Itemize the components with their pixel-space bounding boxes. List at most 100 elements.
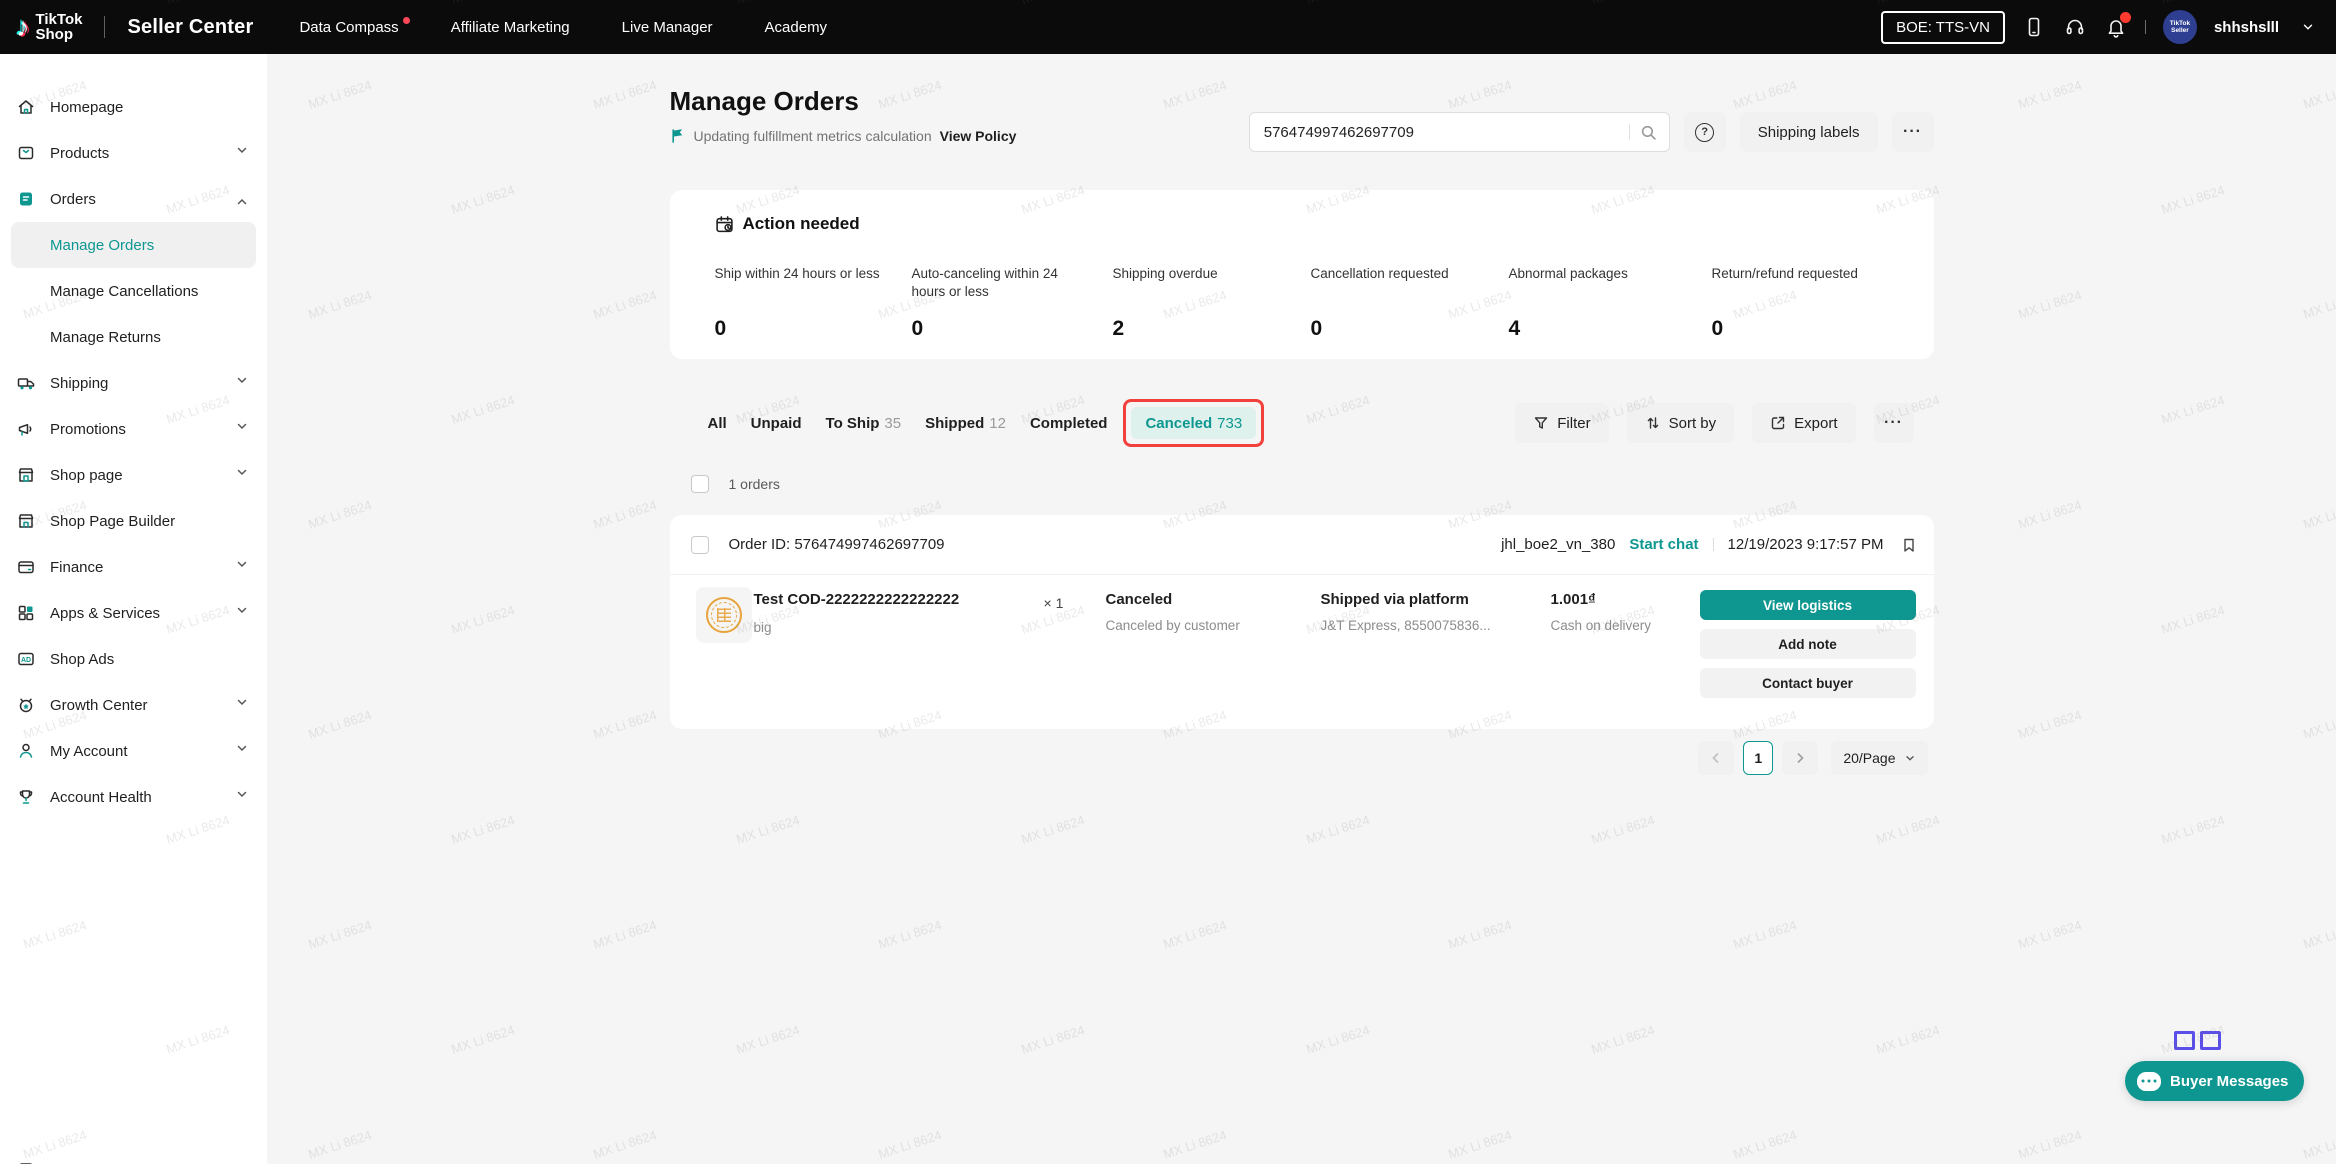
filter-button[interactable]: Filter: [1515, 403, 1608, 443]
support-headset-icon[interactable]: [2063, 15, 2087, 39]
header-divider: [1713, 538, 1714, 551]
sidebar-item-shop-page[interactable]: Shop page: [0, 452, 267, 498]
current-page[interactable]: 1: [1743, 741, 1773, 775]
sidebar-item-products[interactable]: Products: [0, 130, 267, 176]
tracking-number[interactable]: J&T Express, 8550075836...: [1321, 618, 1491, 633]
sidebar-item-orders[interactable]: Orders: [0, 176, 267, 222]
order-status: Canceled: [1106, 591, 1240, 608]
sidebar-item-shipping[interactable]: Shipping: [0, 360, 267, 406]
tab-to-ship[interactable]: To Ship35: [826, 415, 902, 432]
search-icon[interactable]: [1640, 124, 1657, 141]
product-image[interactable]: [696, 587, 752, 643]
pagination: 1 20/Page: [670, 741, 1934, 775]
prev-page-button[interactable]: [1698, 741, 1734, 775]
tab-shipped[interactable]: Shipped12: [925, 415, 1006, 432]
order-checkbox[interactable]: [691, 536, 709, 554]
username[interactable]: shhshslll: [2214, 19, 2279, 36]
funnel-icon: [1533, 415, 1549, 431]
order-logistics-column: Shipped via platform J&T Express, 855007…: [1321, 591, 1491, 633]
topbar: ♪ TikTok Shop Seller Center Data Compass…: [0, 0, 2336, 54]
sort-button[interactable]: Sort by: [1627, 403, 1735, 443]
chevron-up-icon: [235, 190, 249, 209]
metric-cancellation-requested[interactable]: Cancellation requested 0: [1311, 265, 1491, 283]
home-icon: [16, 97, 36, 117]
megaphone-icon: [16, 419, 36, 439]
sidebar: Homepage Products Orders Manage Orders M…: [0, 54, 267, 1164]
chevron-right-icon: [1793, 751, 1807, 765]
storefront-icon: [16, 465, 36, 485]
seller-center-title[interactable]: Seller Center: [127, 16, 253, 39]
tab-all[interactable]: All: [708, 415, 727, 432]
nav-data-compass[interactable]: Data Compass: [299, 19, 398, 36]
order-actions: View logistics Add note Contact buyer: [1700, 590, 1916, 698]
sidebar-item-shop-page-builder[interactable]: Shop Page Builder: [0, 498, 267, 544]
chevron-down-icon[interactable]: [2296, 15, 2320, 39]
calendar-clock-icon: [715, 215, 734, 234]
shipping-labels-button[interactable]: Shipping labels: [1740, 112, 1878, 152]
buyer-name[interactable]: jhl_boe2_vn_380: [1501, 536, 1615, 553]
tiktok-shop-logo[interactable]: ♪ TikTok Shop: [16, 12, 82, 42]
sort-arrows-icon: [1645, 415, 1661, 431]
order-search-box[interactable]: [1249, 112, 1670, 152]
page-size-select[interactable]: 20/Page: [1831, 741, 1927, 775]
sidebar-item-homepage[interactable]: Homepage: [0, 84, 267, 130]
orders-count: 1 orders: [729, 476, 780, 492]
nav-affiliate-marketing[interactable]: Affiliate Marketing: [451, 19, 570, 36]
bookmark-icon[interactable]: [1898, 534, 1920, 556]
widget-squares-icon[interactable]: [2174, 1031, 2221, 1050]
sidebar-item-manage-orders[interactable]: Manage Orders: [11, 222, 256, 268]
metric-auto-canceling[interactable]: Auto-canceling within 24 hours or less 0: [912, 265, 1092, 301]
nav-academy[interactable]: Academy: [765, 19, 828, 36]
add-note-button[interactable]: Add note: [1700, 629, 1916, 659]
metric-return-refund[interactable]: Return/refund requested 0: [1712, 265, 1892, 283]
next-page-button[interactable]: [1782, 741, 1818, 775]
toolbar-more-button[interactable]: ···: [1874, 403, 1914, 443]
product-variant: big: [754, 620, 1034, 635]
metric-shipping-overdue[interactable]: Shipping overdue 2: [1113, 265, 1293, 283]
truck-icon: [16, 373, 36, 393]
product-name[interactable]: Test COD-2222222222222222: [754, 591, 1034, 608]
export-button[interactable]: Export: [1752, 403, 1855, 443]
more-icon: ···: [1903, 123, 1922, 141]
chevron-down-icon: [235, 420, 249, 439]
sidebar-item-manage-returns[interactable]: Manage Returns: [0, 314, 267, 360]
sidebar-item-account-health[interactable]: Account Health: [0, 774, 267, 820]
tab-unpaid[interactable]: Unpaid: [751, 415, 802, 432]
contact-buyer-button[interactable]: Contact buyer: [1700, 668, 1916, 698]
env-badge[interactable]: BOE: TTS-VN: [1881, 11, 2005, 44]
nav-live-manager[interactable]: Live Manager: [622, 19, 713, 36]
sidebar-item-shop-ads[interactable]: AD Shop Ads: [0, 636, 267, 682]
announcement-text: Updating fulfillment metrics calculation: [694, 128, 932, 144]
header-more-button[interactable]: ···: [1892, 112, 1934, 152]
bell-badge: [2120, 12, 2131, 23]
order-payment-column: 1.001₫ Cash on delivery: [1551, 591, 1652, 633]
sidebar-item-my-account[interactable]: My Account: [0, 728, 267, 774]
view-logistics-button[interactable]: View logistics: [1700, 590, 1916, 620]
select-all-checkbox[interactable]: [691, 475, 709, 493]
tiktok-note-icon: ♪: [16, 14, 30, 41]
flag-icon: [670, 128, 686, 144]
help-button[interactable]: ?: [1684, 112, 1726, 152]
notifications-bell-icon[interactable]: [2104, 15, 2128, 39]
metric-ship-within-24h[interactable]: Ship within 24 hours or less 0: [715, 265, 895, 283]
sidebar-item-help-center[interactable]: ? Help Center: [0, 1148, 267, 1164]
avatar[interactable]: TikTok Seller: [2163, 10, 2197, 44]
sidebar-item-promotions[interactable]: Promotions: [0, 406, 267, 452]
start-chat-link[interactable]: Start chat: [1629, 536, 1698, 553]
view-policy-link[interactable]: View Policy: [940, 128, 1017, 144]
sidebar-item-manage-cancellations[interactable]: Manage Cancellations: [0, 268, 267, 314]
order-status-column: Canceled Canceled by customer: [1106, 591, 1240, 633]
buyer-messages-button[interactable]: Buyer Messages: [2125, 1061, 2304, 1101]
mobile-app-icon[interactable]: [2022, 15, 2046, 39]
metric-abnormal-packages[interactable]: Abnormal packages 4: [1509, 265, 1689, 283]
sidebar-item-apps-services[interactable]: Apps & Services: [0, 590, 267, 636]
sidebar-item-growth-center[interactable]: Growth Center: [0, 682, 267, 728]
tab-canceled[interactable]: Canceled 733: [1131, 407, 1256, 439]
page: ♪ TikTok Shop Seller Center Data Compass…: [0, 0, 2336, 1164]
order-card: Order ID: 576474997462697709 jhl_boe2_vn…: [670, 515, 1934, 729]
search-input[interactable]: [1262, 123, 1619, 142]
svg-text:AD: AD: [21, 657, 31, 664]
sidebar-item-finance[interactable]: Finance: [0, 544, 267, 590]
trophy-icon: [16, 787, 36, 807]
tab-completed[interactable]: Completed: [1030, 415, 1108, 432]
